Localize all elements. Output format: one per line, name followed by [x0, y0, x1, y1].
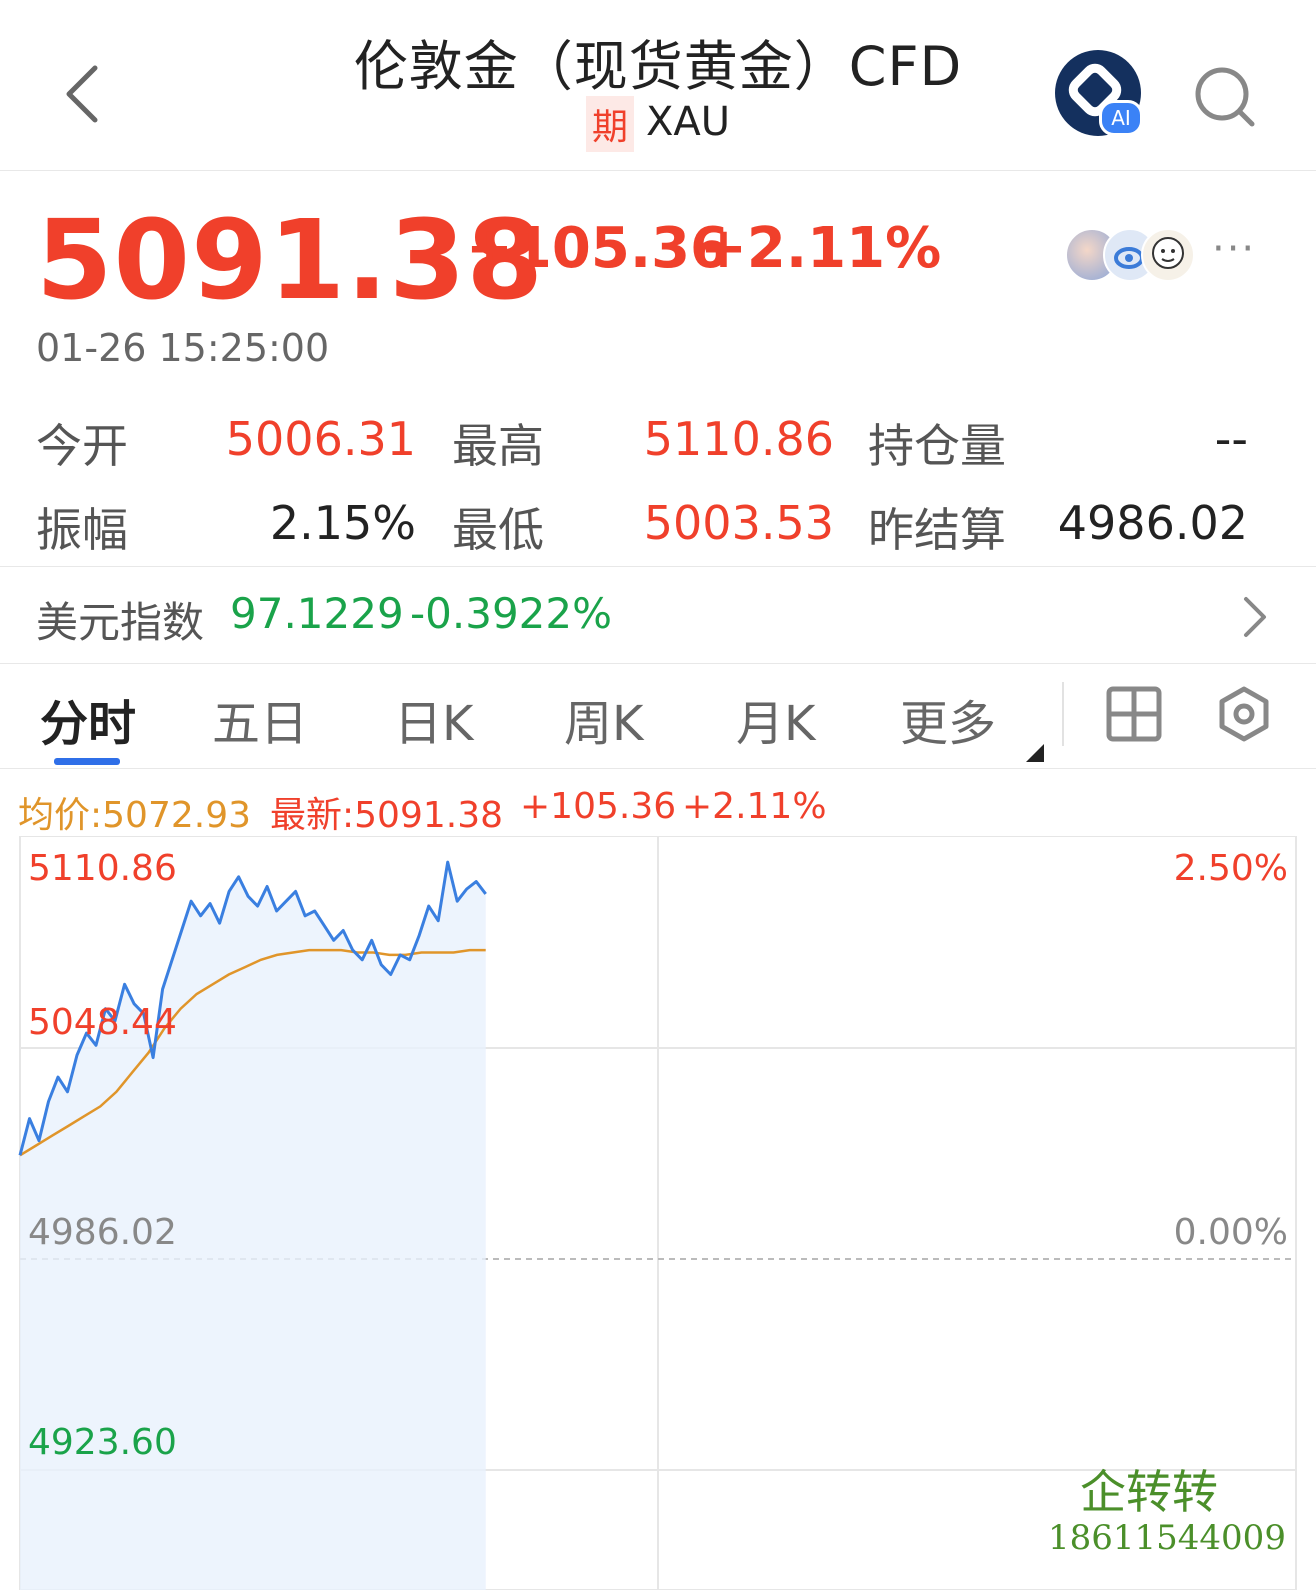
open-label: 今开	[36, 419, 128, 473]
high-value: 5110.86	[643, 412, 834, 466]
open-interest-value: --	[1214, 412, 1248, 466]
price-change: +105.36	[466, 216, 730, 281]
chevron-right-icon	[1244, 597, 1266, 637]
tab-five-day[interactable]: 五日	[212, 684, 308, 754]
y-tick-high: 5110.86	[28, 848, 177, 889]
dropdown-corner-icon	[1026, 744, 1044, 762]
watermark-brand: 企转转	[1080, 1465, 1218, 1519]
settings-hexagon-icon	[1219, 686, 1269, 742]
settings-button[interactable]	[1216, 686, 1272, 746]
search-button[interactable]	[1190, 62, 1260, 132]
tab-more[interactable]: 更多	[900, 684, 996, 754]
chart-change-percent-label: +2.11%	[682, 786, 827, 827]
latest-price-label: 最新:5091.38	[270, 795, 503, 836]
ai-assistant-button[interactable]: AI	[1055, 50, 1143, 136]
ai-tag: AI	[1099, 100, 1143, 136]
prev-settle-label: 昨结算	[868, 503, 1006, 557]
y-tick-low: 4923.60	[28, 1422, 177, 1463]
chart-period-tabs: 分时 五日 日K 周K 月K 更多	[0, 662, 1316, 769]
low-label: 最低	[452, 503, 544, 557]
watermark-phone: 18611544009	[1048, 1518, 1286, 1558]
futures-badge: 期	[585, 96, 634, 152]
high-label: 最高	[452, 419, 544, 473]
open-value: 5006.31	[225, 412, 416, 466]
active-tab-indicator	[54, 758, 120, 765]
top-bar: 伦敦金（现货黄金）CFD 期 XAU AI	[0, 0, 1316, 171]
y-tick-pct-high: 2.50%	[1174, 848, 1288, 889]
layout-grid-button[interactable]	[1106, 686, 1162, 746]
amplitude-value: 2.15%	[269, 496, 416, 550]
y-tick-base: 4986.02	[28, 1212, 177, 1253]
chart-change-label: +105.36	[520, 786, 677, 827]
tab-monthly-k[interactable]: 月K	[736, 684, 815, 754]
search-icon	[1195, 67, 1255, 127]
usd-index-row[interactable]: 美元指数 97.1229 -0.3922%	[0, 566, 1316, 664]
low-value: 5003.53	[643, 496, 834, 550]
usd-index-value: 97.1229	[230, 589, 404, 638]
tab-weekly-k[interactable]: 周K	[564, 684, 643, 754]
grid-icon	[1106, 686, 1162, 742]
tab-daily-k[interactable]: 日K	[394, 684, 473, 754]
open-interest-label: 持仓量	[868, 419, 1006, 473]
average-price-label: 均价:5072.93	[18, 795, 251, 836]
amplitude-label: 振幅	[36, 503, 128, 557]
symbol-code: XAU	[645, 99, 731, 145]
prev-settle-value: 4986.02	[1057, 496, 1248, 550]
divider	[1062, 682, 1064, 746]
y-tick-pct-zero: 0.00%	[1174, 1212, 1288, 1253]
more-options-button[interactable]: ···	[1212, 226, 1256, 272]
avatar	[1141, 228, 1195, 282]
tab-intraday[interactable]: 分时	[40, 684, 136, 754]
social-avatars[interactable]	[1065, 228, 1195, 282]
price-change-percent: +2.11%	[700, 216, 942, 281]
quote-timestamp: 01-26 15:25:00	[36, 326, 330, 370]
usd-index-label: 美元指数	[36, 598, 205, 647]
y-tick-mid: 5048.44	[28, 1002, 177, 1043]
usd-index-change: -0.3922%	[410, 589, 613, 638]
